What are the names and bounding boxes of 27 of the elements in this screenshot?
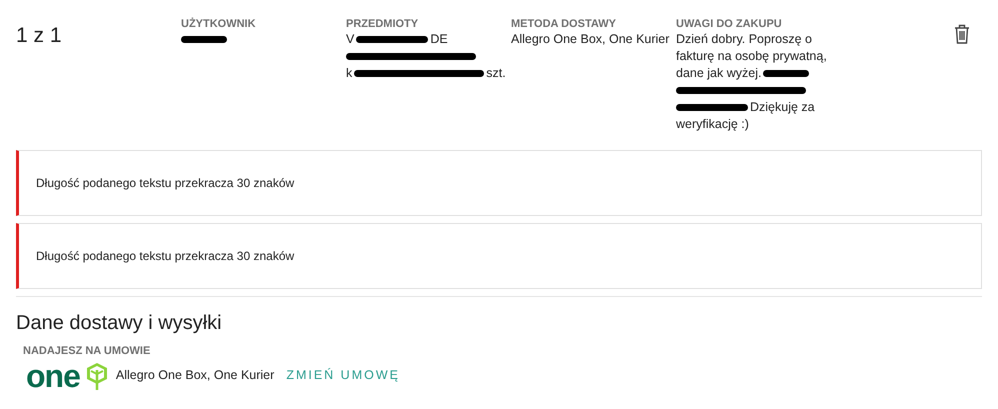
section-title: Dane dostawy i wysyłki xyxy=(16,311,223,335)
value-text: DE xyxy=(430,31,448,48)
value-text: weryfikację :) xyxy=(676,116,749,133)
contract-label: NADAJESZ NA UMOWIE xyxy=(23,344,152,359)
value-text: Dzień dobry. Poproszę o xyxy=(676,31,812,48)
value-text: fakturę na osobę prywatną, xyxy=(676,48,827,65)
column-label: UWAGI DO ZAKUPU xyxy=(676,17,783,31)
change-contract-link[interactable]: ZMIEŃ UMOWĘ xyxy=(286,366,400,385)
column-label: METODA DOSTAWY xyxy=(511,17,617,31)
value-text: dane jak wyżej. xyxy=(676,65,762,82)
order-counter: 1 z 1 xyxy=(16,23,63,49)
value-text: V xyxy=(346,31,354,48)
value-text: szt. xyxy=(486,65,506,82)
value-text: Dziękuję za xyxy=(750,99,815,116)
value-text: k xyxy=(346,65,352,82)
error-message: Długość podanego tekstu przekracza 30 znaków xyxy=(36,175,294,192)
value-text: Allegro One Box, One Kurier xyxy=(511,31,670,48)
redaction-mark xyxy=(676,104,748,111)
cube-leaf-icon xyxy=(86,362,108,390)
redaction-mark xyxy=(763,70,810,77)
trash-icon[interactable] xyxy=(954,24,970,44)
column-label: UŻYTKOWNIK xyxy=(181,17,257,31)
logo-text: one xyxy=(26,360,80,390)
contract-name: Allegro One Box, One Kurier xyxy=(116,367,274,384)
error-message: Długość podanego tekstu przekracza 30 znaków xyxy=(36,248,294,265)
redaction-mark xyxy=(181,36,227,43)
column-label: PRZEDMIOTY xyxy=(346,17,420,31)
